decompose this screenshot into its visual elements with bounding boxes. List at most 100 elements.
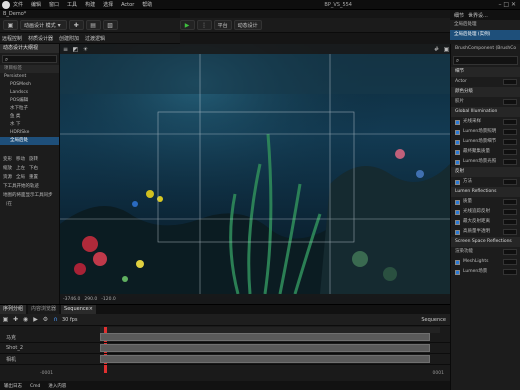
menu-window[interactable]: 窗口 bbox=[49, 1, 59, 8]
property-value-field[interactable] bbox=[503, 159, 517, 165]
outliner-row[interactable]: Persistent bbox=[0, 73, 59, 81]
frame-start[interactable]: -0001 bbox=[40, 371, 53, 376]
property-value-field[interactable] bbox=[503, 179, 517, 185]
details-cell[interactable]: 上左 bbox=[16, 164, 25, 173]
property-row[interactable]: 最大反射距离 bbox=[451, 217, 520, 227]
outliner-row[interactable]: POS编辑 bbox=[0, 97, 59, 105]
property-row[interactable]: 胶片 bbox=[451, 97, 520, 107]
track-section[interactable] bbox=[100, 355, 430, 363]
sequencer-track[interactable]: 马克 bbox=[0, 332, 450, 343]
menu-select[interactable]: 选择 bbox=[103, 1, 113, 8]
property-value-field[interactable] bbox=[503, 119, 517, 125]
tab-sequence[interactable]: Sequence× bbox=[61, 305, 96, 314]
mode-dropdown[interactable]: 动画设计 模式 ▾ bbox=[20, 20, 67, 30]
property-section[interactable]: 反射 bbox=[451, 167, 520, 177]
property-section[interactable]: 颜色分级 bbox=[451, 87, 520, 97]
property-value-field[interactable] bbox=[503, 269, 517, 275]
outliner-row[interactable]: HDRISke bbox=[0, 129, 59, 137]
property-section[interactable]: 细节 bbox=[451, 67, 520, 77]
menu-help[interactable]: 帮助 bbox=[142, 1, 152, 8]
tab-sequence-group[interactable]: 序列分组 bbox=[0, 305, 27, 314]
checkbox[interactable] bbox=[455, 229, 460, 235]
coord-y[interactable]: 290.0 bbox=[84, 297, 97, 302]
add-button[interactable]: ✚ bbox=[68, 20, 84, 30]
details-cell[interactable]: 地图的将面显示工具同步（在 bbox=[3, 191, 59, 207]
outliner-tab[interactable]: 动态设计大纲视 bbox=[0, 44, 59, 53]
outliner-row[interactable]: 全局后处 bbox=[0, 137, 59, 145]
coord-x[interactable]: -3746.0 bbox=[63, 297, 80, 302]
menu-edit[interactable]: 编辑 bbox=[31, 1, 41, 8]
sequencer-track[interactable]: Shot_2 bbox=[0, 343, 450, 354]
sequence-camera-icon[interactable]: ◉ bbox=[22, 316, 29, 323]
property-row[interactable]: 光线采样 bbox=[451, 117, 520, 127]
sequence-save-icon[interactable]: ▣ bbox=[2, 316, 9, 323]
details-cell[interactable]: 下右 bbox=[29, 164, 38, 173]
transition-logic-button[interactable]: 过渡逻辑 bbox=[85, 35, 105, 42]
menu-tools[interactable]: 工具 bbox=[67, 1, 77, 8]
property-row[interactable]: 质量 bbox=[451, 197, 520, 207]
checkbox[interactable] bbox=[455, 199, 460, 205]
outliner-row[interactable]: Landscs bbox=[0, 89, 59, 97]
sequence-filter-icon[interactable]: ⚙ bbox=[42, 316, 49, 323]
property-value-field[interactable] bbox=[503, 219, 517, 225]
property-row[interactable]: Lumen场景细节 bbox=[451, 137, 520, 147]
output-log-button[interactable]: 输出日志 bbox=[4, 383, 22, 389]
window-controls-icon[interactable]: – □ ✕ bbox=[498, 1, 516, 8]
details-cell[interactable]: 缩放 bbox=[3, 164, 12, 173]
unreal-logo-icon[interactable] bbox=[2, 1, 10, 9]
track-section[interactable] bbox=[100, 333, 430, 341]
level-viewport[interactable]: ≡ ◩ ☀ # ▣ -3746.0 290.0 -120.0 bbox=[60, 44, 450, 304]
checkbox[interactable] bbox=[455, 129, 460, 135]
perspective-icon[interactable]: ◩ bbox=[72, 46, 79, 53]
tab-content-browser[interactable]: 内容浏览器 bbox=[28, 305, 60, 314]
property-row[interactable]: Lumen场景 bbox=[451, 267, 520, 277]
outliner-search-input[interactable]: ⌕ bbox=[2, 55, 57, 63]
property-row[interactable]: 光线追踪反射 bbox=[451, 207, 520, 217]
blueprint-button[interactable]: ▤ bbox=[85, 20, 101, 30]
checkbox[interactable] bbox=[455, 179, 460, 185]
checkbox[interactable] bbox=[455, 119, 460, 125]
play-options-button[interactable]: ⋮ bbox=[196, 20, 212, 30]
menu-file[interactable]: 文件 bbox=[13, 1, 23, 8]
property-value-field[interactable] bbox=[503, 209, 517, 215]
checkbox[interactable] bbox=[455, 269, 460, 275]
play-button[interactable]: ▶ bbox=[179, 20, 195, 30]
details-cell[interactable]: 下工具开始的轨迹 bbox=[3, 182, 39, 191]
details-cell[interactable]: 旋转 bbox=[29, 155, 38, 164]
tab-world-settings[interactable]: 世界设... bbox=[468, 12, 488, 19]
frame-end[interactable]: 0001 bbox=[433, 371, 450, 376]
property-value-field[interactable] bbox=[503, 99, 517, 105]
coord-z[interactable]: -120.0 bbox=[101, 297, 116, 302]
material-designer-button[interactable]: 材质设计器 bbox=[28, 35, 53, 42]
menu-actor[interactable]: Actor bbox=[121, 2, 134, 8]
cmd-button[interactable]: Cmd bbox=[30, 384, 40, 389]
property-value-field[interactable] bbox=[503, 79, 517, 85]
checkbox[interactable] bbox=[455, 259, 460, 265]
build-button[interactable]: 动态设计 bbox=[233, 20, 262, 30]
tab-details[interactable]: 细节 bbox=[454, 12, 464, 19]
content-drawer-button[interactable]: 进入内容 bbox=[48, 383, 66, 389]
checkbox[interactable] bbox=[455, 219, 460, 225]
viewport-menu-icon[interactable]: ≡ bbox=[62, 46, 69, 53]
checkbox[interactable] bbox=[455, 209, 460, 215]
property-row[interactable]: Lumen场景照明 bbox=[451, 127, 520, 137]
level-tab[interactable]: B_Demo* bbox=[0, 10, 180, 18]
outliner-row[interactable]: 水下粒子 bbox=[0, 105, 59, 113]
sequencer-track[interactable]: 相机 bbox=[0, 354, 450, 365]
property-value-field[interactable] bbox=[503, 199, 517, 205]
outliner-row[interactable]: POSMesh bbox=[0, 81, 59, 89]
grid-snap-icon[interactable]: # bbox=[433, 46, 440, 53]
lit-mode-icon[interactable]: ☀ bbox=[82, 46, 89, 53]
property-value-field[interactable] bbox=[503, 249, 517, 255]
cinematics-button[interactable]: ▧ bbox=[102, 20, 118, 30]
brush-component[interactable]: BrushComponent (BrushCo bbox=[451, 44, 520, 54]
details-cell[interactable]: 资源 bbox=[3, 173, 12, 182]
property-row[interactable]: 方法 bbox=[451, 177, 520, 187]
property-section[interactable]: Global Illumination bbox=[451, 107, 520, 117]
create-attach-button[interactable]: 创建附加 bbox=[59, 35, 79, 42]
property-section[interactable]: Lumen Reflections bbox=[451, 187, 520, 197]
property-row[interactable]: MeshLights bbox=[451, 257, 520, 267]
property-value-field[interactable] bbox=[503, 129, 517, 135]
checkbox[interactable] bbox=[455, 159, 460, 165]
remote-control-button[interactable]: 远程控制 bbox=[2, 35, 22, 42]
